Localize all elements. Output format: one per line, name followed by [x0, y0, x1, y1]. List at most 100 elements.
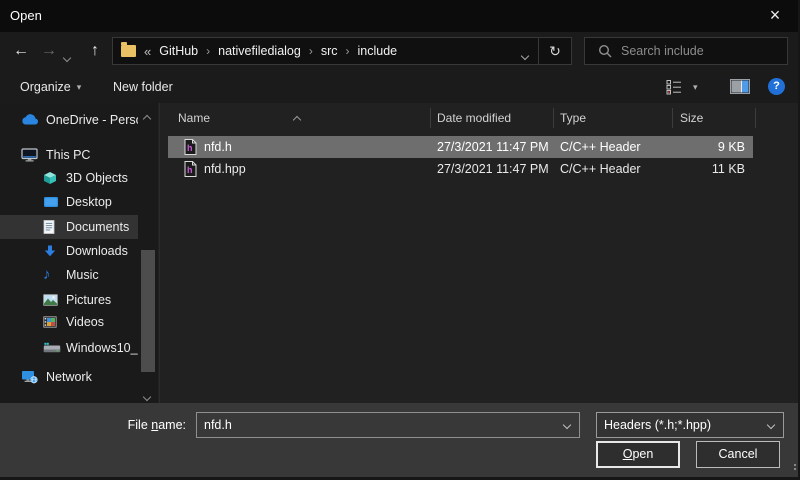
file-row-nfd-h[interactable]: h nfd.h 27/3/2021 11:47 PM C/C++ Header … — [168, 136, 753, 158]
open-button[interactable]: Open — [596, 441, 680, 468]
file-date-modified: 27/3/2021 11:47 PM — [437, 158, 549, 180]
column-header-type[interactable]: Type — [560, 103, 586, 133]
file-row-nfd-hpp[interactable]: h nfd.hpp 27/3/2021 11:47 PM C/C++ Heade… — [168, 158, 753, 180]
sidebar-item-windows10-os-drive[interactable]: Windows10_OS ( — [0, 336, 138, 360]
file-type-dropdown[interactable]: Headers (*.h;*.hpp) — [596, 412, 784, 438]
recent-locations-button[interactable] — [64, 48, 70, 66]
help-button[interactable]: ? — [768, 78, 785, 95]
chevron-down-icon — [63, 54, 71, 62]
refresh-button[interactable]: ↻ — [538, 38, 571, 64]
onedrive-cloud-icon — [21, 114, 39, 126]
refresh-icon: ↻ — [549, 43, 561, 59]
forward-button[interactable]: → — [36, 37, 62, 65]
column-divider[interactable] — [553, 108, 554, 128]
sidebar-item-network[interactable]: Network — [0, 365, 138, 389]
new-folder-label: New folder — [113, 80, 173, 94]
dropdown-arrow-icon: ▾ — [693, 82, 698, 92]
breadcrumb-item-src[interactable]: src — [321, 44, 338, 58]
column-header-date-modified[interactable]: Date modified — [437, 103, 511, 133]
breadcrumb-overflow-icon[interactable]: « — [144, 44, 151, 59]
chevron-down-icon — [767, 421, 775, 429]
views-button[interactable] — [666, 80, 682, 98]
sidebar-item-pictures[interactable]: Pictures — [0, 288, 138, 312]
sidebar-item-music[interactable]: ♪ Music — [0, 263, 138, 287]
back-button[interactable]: ← — [8, 37, 34, 65]
sidebar-scrollbar-thumb[interactable] — [141, 250, 155, 372]
open-dialog-window: Open × ← → ↑ « GitHub › nativefiledialog… — [0, 0, 800, 480]
sidebar-item-videos[interactable]: Videos — [0, 310, 138, 334]
dropdown-arrow-icon: ▾ — [77, 82, 82, 92]
forward-icon: → — [41, 42, 57, 59]
sort-ascending-icon — [294, 110, 300, 128]
documents-icon — [43, 220, 55, 235]
disk-drive-icon — [43, 343, 61, 354]
sidebar-item-documents[interactable]: Documents — [0, 215, 138, 239]
network-icon — [21, 370, 38, 384]
sidebar-item-onedrive[interactable]: OneDrive - Persor — [0, 108, 138, 132]
chevron-right-icon: › — [206, 44, 210, 58]
search-icon — [598, 44, 612, 58]
svg-text:h: h — [187, 143, 193, 153]
up-button[interactable]: ↑ — [82, 37, 108, 65]
navigation-pane: OneDrive - Persor This PC — [0, 103, 158, 403]
sidebar-item-this-pc[interactable]: This PC — [0, 143, 138, 167]
3d-objects-cube-icon — [43, 171, 57, 185]
file-type: C/C++ Header — [560, 158, 641, 180]
column-divider[interactable] — [755, 108, 756, 128]
downloads-arrow-icon — [43, 245, 57, 258]
chevron-right-icon: › — [309, 44, 313, 58]
sidebar-scroll-up-button[interactable] — [144, 109, 150, 127]
search-box[interactable] — [584, 37, 788, 65]
file-list-pane: Name Date modified Type Size h nfd.h 27/… — [159, 103, 798, 403]
file-name-label: File name: — [0, 412, 186, 438]
chevron-down-icon[interactable] — [563, 421, 571, 429]
column-header-size[interactable]: Size — [680, 103, 703, 133]
sidebar-item-3d-objects[interactable]: 3D Objects — [0, 166, 138, 190]
file-name-combobox[interactable] — [196, 412, 580, 438]
folder-icon — [121, 45, 136, 57]
header-file-icon: h — [184, 139, 197, 155]
videos-film-icon — [43, 316, 57, 328]
address-bar[interactable]: « GitHub › nativefiledialog › src › incl… — [112, 37, 572, 65]
cancel-button[interactable]: Cancel — [696, 441, 780, 468]
back-icon: ← — [13, 42, 29, 59]
up-icon: ↑ — [91, 42, 99, 59]
sidebar-item-desktop[interactable]: Desktop — [0, 190, 138, 214]
column-divider[interactable] — [430, 108, 431, 128]
views-dropdown-button[interactable]: ▾ — [693, 82, 698, 93]
file-type-value: Headers (*.h;*.hpp) — [604, 418, 711, 432]
chevron-down-icon — [521, 52, 529, 60]
chevron-right-icon: › — [346, 44, 350, 58]
file-name: nfd.h — [204, 136, 232, 158]
breadcrumb-item-include[interactable]: include — [358, 44, 398, 58]
file-name-input[interactable] — [197, 413, 554, 437]
header-file-icon: h — [184, 161, 197, 177]
file-type: C/C++ Header — [560, 136, 641, 158]
search-input[interactable] — [621, 44, 761, 58]
preview-pane-button[interactable] — [730, 79, 750, 98]
file-date-modified: 27/3/2021 11:47 PM — [437, 136, 549, 158]
organize-button[interactable]: Organize ▾ — [20, 71, 81, 103]
window-title: Open — [10, 0, 42, 32]
column-header-name[interactable]: Name — [178, 103, 210, 133]
chevron-down-icon — [143, 393, 151, 401]
file-size: 11 KB — [712, 158, 745, 180]
column-divider[interactable] — [672, 108, 673, 128]
close-icon: × — [770, 5, 781, 25]
sidebar-item-downloads[interactable]: Downloads — [0, 239, 138, 263]
views-icon — [666, 80, 682, 95]
organize-label: Organize — [20, 80, 71, 94]
address-dropdown-button[interactable] — [522, 48, 528, 62]
this-pc-icon — [21, 148, 39, 162]
help-icon: ? — [773, 80, 780, 92]
resize-grip[interactable] — [790, 468, 792, 470]
navigation-bar: ← → ↑ « GitHub › nativefiledialog › src … — [0, 32, 798, 71]
svg-text:h: h — [187, 165, 193, 175]
preview-pane-icon — [730, 79, 750, 95]
breadcrumb-item-nativefiledialog[interactable]: nativefiledialog — [218, 44, 301, 58]
close-button[interactable]: × — [752, 0, 798, 32]
breadcrumb-item-github[interactable]: GitHub — [159, 44, 198, 58]
new-folder-button[interactable]: New folder — [113, 71, 173, 103]
file-name: nfd.hpp — [204, 158, 246, 180]
desktop-icon — [43, 196, 59, 208]
